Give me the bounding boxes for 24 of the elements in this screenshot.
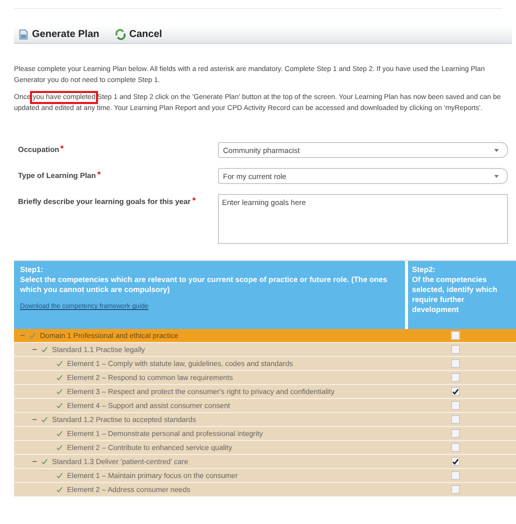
checkmark-icon[interactable] bbox=[41, 346, 48, 353]
checkmark-icon[interactable] bbox=[29, 332, 36, 339]
checkmark-icon[interactable] bbox=[56, 360, 63, 367]
toolbar-button[interactable]: Generate Plan bbox=[14, 28, 104, 40]
checkmark-icon[interactable] bbox=[56, 486, 63, 493]
collapse-toggle-icon[interactable] bbox=[20, 333, 25, 338]
development-checkbox[interactable] bbox=[451, 457, 460, 466]
checkmark-icon[interactable] bbox=[56, 444, 63, 451]
checkmark-icon[interactable] bbox=[56, 430, 63, 437]
checkmark-icon[interactable] bbox=[41, 416, 48, 423]
collapse-toggle-icon[interactable] bbox=[32, 459, 37, 464]
checkmark-icon[interactable] bbox=[41, 458, 48, 465]
checkmark-icon[interactable] bbox=[56, 388, 63, 395]
collapse-toggle-icon[interactable] bbox=[32, 417, 37, 422]
checkmark-icon[interactable] bbox=[56, 374, 63, 381]
document-icon bbox=[18, 28, 29, 40]
caret-icon bbox=[494, 174, 499, 178]
toolbar-button[interactable]: Cancel bbox=[111, 28, 166, 40]
caret-icon bbox=[494, 148, 499, 152]
checkmark-icon[interactable] bbox=[56, 472, 63, 479]
development-checkbox[interactable] bbox=[451, 387, 460, 396]
recycle-arrows-icon bbox=[115, 28, 126, 40]
collapse-toggle-icon[interactable] bbox=[32, 347, 37, 352]
checkmark-icon[interactable] bbox=[56, 402, 63, 409]
